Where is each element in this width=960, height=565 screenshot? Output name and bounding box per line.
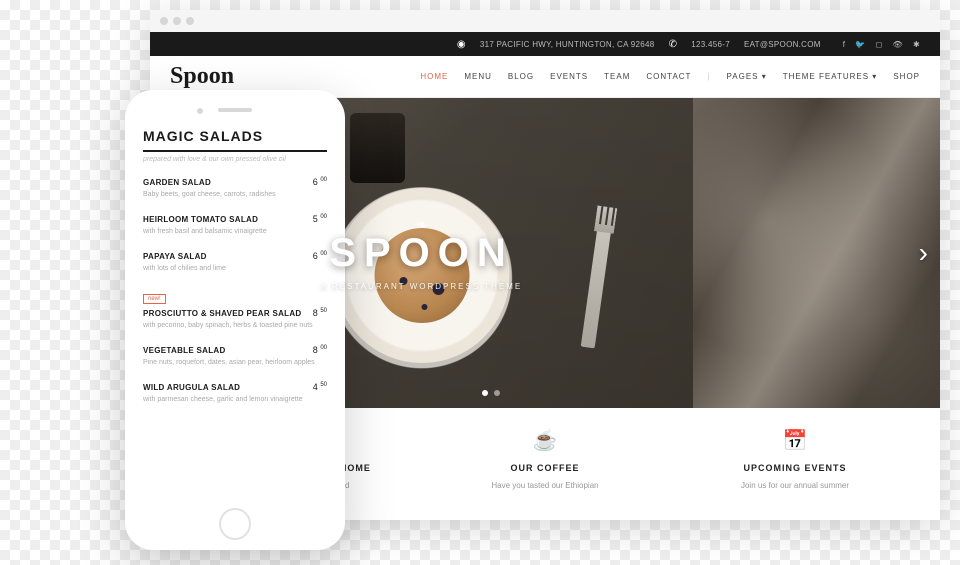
menu-list: GARDEN SALAD 6 00 Baby beets, goat cheese,… [143, 177, 327, 405]
nav-home[interactable]: HOME [420, 72, 448, 81]
hero-subtitle: A RESTAURANT WORDPRESS THEME [321, 282, 522, 291]
menu-item[interactable]: GARDEN SALAD 6 00 Baby beets, goat cheese,… [143, 177, 327, 200]
feature-title: OUR COFFEE [432, 463, 658, 473]
top-bar: ◉ 317 PACIFIC HWY, HUNTINGTON, CA 92648 … [150, 32, 940, 56]
item-desc: with pecorino, baby spinach, herbs & toa… [143, 321, 327, 331]
tripadvisor-icon[interactable]: 👁 [893, 40, 903, 49]
item-name: WILD ARUGULA SALAD [143, 383, 240, 392]
menu-tagline: prepared with love & our own pressed oli… [143, 156, 327, 163]
yelp-icon[interactable]: ✱ [913, 40, 920, 49]
item-price: 6 00 [313, 251, 327, 261]
phone-icon: ✆ [669, 39, 678, 50]
nav-pages[interactable]: PAGES ▾ [727, 72, 767, 81]
item-desc: with fresh basil and balsamic vinaigrett… [143, 227, 327, 237]
instagram-icon[interactable]: ◻ [876, 40, 883, 49]
item-price: 8 00 [313, 345, 327, 355]
feature-title: UPCOMING EVENTS [682, 463, 908, 473]
hero-slide-next [693, 98, 940, 408]
feature-desc: Join us for our annual summer [682, 481, 908, 490]
phone-camera [197, 108, 203, 114]
item-desc: Pine nuts, roquefort, dates, asian pear,… [143, 358, 327, 368]
home-button[interactable] [219, 508, 251, 540]
item-price: 4 50 [313, 382, 327, 392]
pager-dot-1[interactable] [482, 390, 488, 396]
address-text: 317 PACIFIC HWY, HUNTINGTON, CA 92648 [480, 40, 655, 49]
item-price: 6 00 [313, 177, 327, 187]
window-controls [150, 10, 940, 32]
pager-dot-2[interactable] [494, 390, 500, 396]
calendar-icon: 📅 [682, 428, 908, 453]
next-arrow-icon[interactable]: › [919, 237, 928, 269]
item-name: VEGETABLE SALAD [143, 346, 226, 355]
menu-item[interactable]: PAPAYA SALAD 6 00 with lots of chilies and… [143, 251, 327, 274]
feature-desc: Have you tasted our Ethiopian [432, 481, 658, 490]
pin-icon: ◉ [457, 39, 466, 50]
cup-icon: ☕ [432, 428, 658, 453]
nav-links: HOME MENU BLOG EVENTS TEAM CONTACT | PAG… [420, 72, 920, 81]
phone-mockup: MAGIC SALADS prepared with love & our ow… [125, 90, 345, 550]
hero-title: SPOON [329, 231, 513, 276]
plate [334, 188, 509, 363]
social-icons: f 🐦 ◻ 👁 ✱ [843, 40, 920, 49]
nav-contact[interactable]: CONTACT [646, 72, 691, 81]
nav-menu[interactable]: MENU [464, 72, 492, 81]
slide-pager [482, 390, 500, 396]
feature-events[interactable]: 📅 UPCOMING EVENTS Join us for our annual… [670, 428, 920, 490]
item-name: GARDEN SALAD [143, 178, 211, 187]
menu-item[interactable]: HEIRLOOM TOMATO SALAD 5 00 with fresh basi… [143, 214, 327, 237]
item-price: 5 00 [313, 214, 327, 224]
item-name: PAPAYA SALAD [143, 252, 207, 261]
item-price: 8 50 [313, 308, 327, 318]
twitter-icon[interactable]: 🐦 [855, 40, 865, 49]
jar-prop [350, 113, 405, 183]
menu-item[interactable]: new! PROSCIUTTO & SHAVED PEAR SALAD 8 50 wi… [143, 287, 327, 331]
nav-shop[interactable]: SHOP [893, 72, 920, 81]
phone-speaker [218, 108, 252, 112]
menu-heading: MAGIC SALADS [143, 128, 327, 152]
item-name: PROSCIUTTO & SHAVED PEAR SALAD [143, 309, 302, 318]
nav-theme[interactable]: THEME FEATURES ▾ [783, 72, 878, 81]
item-name: HEIRLOOM TOMATO SALAD [143, 215, 258, 224]
menu-item[interactable]: WILD ARUGULA SALAD 4 50 with parmesan chee… [143, 382, 327, 405]
new-badge: new! [143, 294, 166, 304]
feature-coffee[interactable]: ☕ OUR COFFEE Have you tasted our Ethiopi… [420, 428, 670, 490]
nav-events[interactable]: EVENTS [550, 72, 588, 81]
email-text[interactable]: EAT@SPOON.COM [744, 40, 821, 49]
nav-separator: | [707, 72, 710, 81]
menu-item[interactable]: VEGETABLE SALAD 8 00 Pine nuts, roquefort,… [143, 345, 327, 368]
logo[interactable]: Spoon [170, 63, 234, 90]
dot-max[interactable] [186, 17, 194, 25]
nav-team[interactable]: TEAM [604, 72, 630, 81]
phone-screen: MAGIC SALADS prepared with love & our ow… [143, 128, 327, 500]
item-desc: with parmesan cheese, garlic and lemon v… [143, 395, 327, 405]
nav-blog[interactable]: BLOG [508, 72, 534, 81]
dot-min[interactable] [173, 17, 181, 25]
fork-prop [581, 228, 612, 349]
item-desc: Baby beets, goat cheese, carrots, radish… [143, 190, 327, 200]
item-desc: with lots of chilies and lime [143, 264, 327, 274]
phone-text: 123.456-7 [691, 40, 730, 49]
facebook-icon[interactable]: f [843, 40, 846, 49]
dot-close[interactable] [160, 17, 168, 25]
